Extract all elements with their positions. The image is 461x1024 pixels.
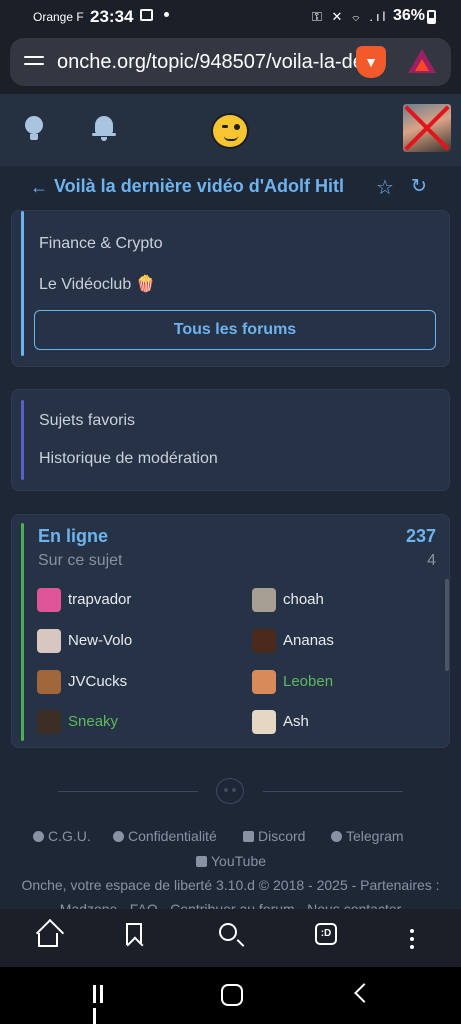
user-name[interactable]: Ash	[283, 713, 309, 730]
youtube-icon	[196, 856, 207, 867]
refresh-icon[interactable]: ↻	[411, 175, 427, 198]
android-nav-bar	[0, 967, 461, 1024]
user-name[interactable]: Ananas	[283, 632, 334, 649]
bell-icon[interactable]	[92, 116, 116, 142]
panel-accent-bar	[21, 211, 24, 356]
user-avatar[interactable]	[403, 104, 451, 152]
site-settings-icon[interactable]	[24, 53, 44, 71]
user-name[interactable]: choah	[283, 591, 324, 608]
status-bar: Orange F 23:34 ⚿ ✕ ⌔ .ıl 36%	[0, 0, 461, 34]
home-icon[interactable]	[38, 933, 58, 947]
footer-link-cgu[interactable]: C.G.U.	[33, 828, 91, 844]
footer-link-label[interactable]: Confidentialité	[128, 828, 217, 844]
forum-link-finance[interactable]: Finance & Crypto	[39, 235, 163, 253]
moderation-history-link[interactable]: Historique de modération	[39, 450, 218, 468]
user-name[interactable]: New-Volo	[68, 632, 132, 649]
online-panel: En ligne 237 Sur ce sujet 4 trapvador ch…	[11, 514, 450, 748]
battery-icon	[427, 10, 436, 24]
browser-bottom-bar: :D	[0, 909, 461, 967]
user-avatar-small	[37, 670, 61, 694]
panel-accent-bar	[21, 523, 24, 741]
brave-rewards-icon[interactable]	[408, 49, 436, 73]
footer-link-discord[interactable]: Discord	[243, 828, 305, 844]
footer-link-label[interactable]: YouTube	[211, 853, 266, 869]
info-icon	[33, 831, 44, 842]
user-name[interactable]: Sneaky	[68, 713, 118, 730]
scrollbar[interactable]	[445, 579, 449, 671]
footer-divider-left	[58, 791, 198, 792]
forum-link-videoclub[interactable]: Le Vidéoclub 🍿	[39, 274, 156, 294]
site-header	[0, 94, 461, 166]
discord-icon	[243, 831, 254, 842]
footer-link-privacy[interactable]: Confidentialité	[113, 828, 217, 844]
search-icon[interactable]	[219, 923, 237, 941]
carrier-name: Orange F	[33, 10, 84, 24]
back-arrow-icon[interactable]: ←	[30, 177, 48, 198]
user-avatar-small	[37, 588, 61, 612]
recents-button[interactable]	[93, 985, 113, 1024]
brave-shields-icon[interactable]: ▼	[356, 46, 386, 78]
clock: 23:34	[90, 7, 134, 26]
online-subcount: 4	[427, 552, 436, 569]
online-subtitle: Sur ce sujet	[38, 552, 123, 569]
gallery-notification-icon	[140, 9, 153, 21]
onche-logo[interactable]	[211, 113, 249, 149]
panel-accent-bar	[21, 400, 24, 480]
bookmark-icon[interactable]	[126, 923, 142, 945]
user-avatar-small	[37, 710, 61, 734]
url-text[interactable]: onche.org/topic/948507/voila-la-de	[57, 51, 357, 74]
footer-divider-right	[263, 791, 403, 792]
tabs-icon[interactable]: :D	[315, 923, 337, 945]
telegram-icon	[331, 831, 342, 842]
shield-icon	[113, 831, 124, 842]
online-title: En ligne	[38, 526, 109, 546]
browser-toolbar: onche.org/topic/948507/voila-la-de ▼	[0, 34, 461, 94]
user-avatar-small	[252, 670, 276, 694]
system-status-icons: ⚿ ✕ ⌔ .ıl	[312, 9, 389, 24]
more-icon[interactable]	[410, 929, 414, 957]
footer-logo-icon	[216, 778, 244, 804]
all-forums-button[interactable]: Tous les forums	[34, 310, 436, 350]
footer-link-telegram[interactable]: Telegram	[331, 828, 404, 844]
favorite-topics-link[interactable]: Sujets favoris	[39, 412, 135, 430]
user-name[interactable]: trapvador	[68, 591, 131, 608]
address-bar[interactable]: onche.org/topic/948507/voila-la-de ▼	[10, 38, 451, 86]
footer-link-label[interactable]: Telegram	[346, 828, 404, 844]
user-avatar-small	[252, 629, 276, 653]
footer-link-youtube[interactable]: YouTube	[196, 853, 266, 869]
lightbulb-icon[interactable]	[24, 116, 44, 142]
user-name[interactable]: Leoben	[283, 673, 333, 690]
back-button[interactable]	[354, 983, 374, 1003]
forums-panel: Finance & Crypto Le Vidéoclub 🍿 Tous les…	[11, 210, 450, 367]
favorite-star-icon[interactable]: ☆	[376, 175, 394, 200]
user-avatar-small	[37, 629, 61, 653]
user-avatar-small	[252, 710, 276, 734]
user-name[interactable]: JVCucks	[68, 673, 127, 690]
user-links-panel: Sujets favoris Historique de modération	[11, 389, 450, 491]
topic-title[interactable]: Voilà la dernière vidéo d'Adolf Hitler	[54, 176, 344, 197]
footer-link-label[interactable]: Discord	[258, 828, 305, 844]
copyright-text: Onche, votre espace de liberté 3.10.d © …	[21, 877, 440, 893]
notification-dot-icon	[164, 12, 169, 17]
home-button[interactable]	[221, 984, 243, 1006]
online-count: 237	[405, 526, 436, 546]
topic-bar: ← Voilà la dernière vidéo d'Adolf Hitler…	[0, 166, 461, 208]
battery-percent: 36%	[393, 7, 426, 24]
user-avatar-small	[252, 588, 276, 612]
footer-link-label[interactable]: C.G.U.	[48, 828, 91, 844]
